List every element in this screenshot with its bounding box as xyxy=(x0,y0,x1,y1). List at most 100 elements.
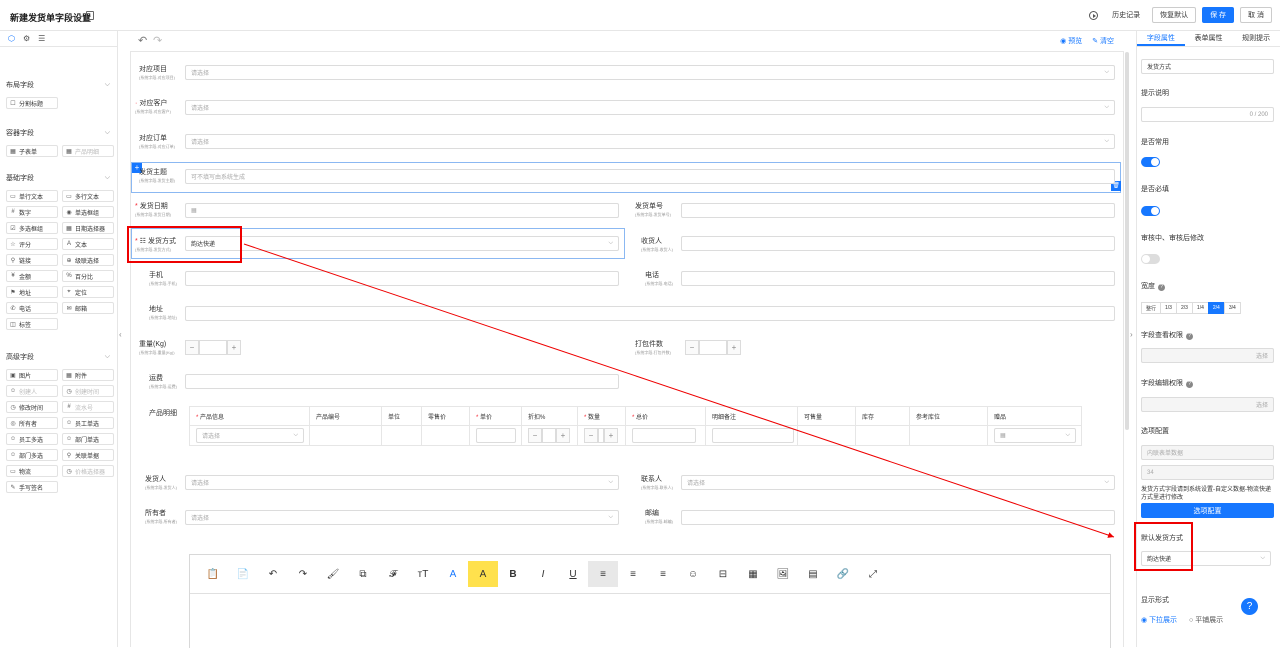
zip-input[interactable] xyxy=(681,510,1115,525)
clear-button[interactable]: ✎ 清空 xyxy=(1092,36,1114,46)
chevron-down-icon[interactable]: ⌵ xyxy=(105,174,110,182)
palette-item[interactable]: ▭ 多行文本 xyxy=(62,190,114,202)
palette-item[interactable]: ⚑ 地址 xyxy=(6,286,58,298)
discount-stepper[interactable]: − + xyxy=(528,428,577,443)
components-tab-icon[interactable]: ⬡ xyxy=(8,34,15,43)
chevron-down-icon[interactable]: ⌵ xyxy=(105,129,110,137)
preview-button[interactable]: ◉ 预览 xyxy=(1060,36,1082,46)
freight-input[interactable] xyxy=(185,374,619,389)
palette-item[interactable]: ◎ 所有者 xyxy=(6,417,58,429)
width-option[interactable]: 1/4 xyxy=(1191,302,1209,314)
field-group-header[interactable]: 基础字段 ⌵ xyxy=(0,172,118,184)
display-tiled-radio[interactable]: ○ 平铺展示 xyxy=(1189,615,1223,625)
help-float-icon[interactable]: ? xyxy=(1241,598,1258,615)
order-select[interactable]: 请选择 ⌵ xyxy=(185,134,1115,149)
palette-item[interactable]: ▦ 日期选择器 xyxy=(62,222,114,234)
width-option[interactable]: 2/3 xyxy=(1175,302,1193,314)
document-icon[interactable] xyxy=(86,11,94,20)
align-left-icon[interactable]: ≡ xyxy=(588,561,618,587)
palette-item[interactable]: A 文本 xyxy=(62,238,114,250)
palette-item[interactable]: ☆ 评分 xyxy=(6,238,58,250)
multi-image-icon[interactable]: ▤ xyxy=(798,561,828,587)
help-icon[interactable]: ? xyxy=(1186,333,1193,340)
total-price-input[interactable] xyxy=(632,428,696,443)
display-dropdown-radio[interactable]: ◉ 下拉展示 xyxy=(1141,615,1177,625)
paste-icon[interactable]: 📋 xyxy=(198,561,228,587)
align-center-icon[interactable]: ≡ xyxy=(618,561,648,587)
underline-icon[interactable]: U xyxy=(558,561,588,587)
restore-default-button[interactable]: 恢复默认 xyxy=(1152,7,1197,23)
tab-field-props[interactable]: 字段属性 xyxy=(1137,31,1185,46)
hint-input[interactable]: 0 / 200 xyxy=(1141,107,1274,122)
palette-item[interactable]: ▦ 子表单 xyxy=(6,145,58,157)
palette-item[interactable]: ☺ 员工多选 xyxy=(6,433,58,445)
palette-item[interactable]: ◷ 修改时间 xyxy=(6,401,58,413)
edit-perm-select[interactable]: 选择 xyxy=(1141,397,1274,412)
field-group-header[interactable]: 布局字段 ⌵ xyxy=(0,79,118,91)
bold-icon[interactable]: B xyxy=(498,561,528,587)
palette-item[interactable]: ✆ 电话 xyxy=(6,302,58,314)
redo-icon[interactable]: ↷ xyxy=(288,561,318,587)
copy-icon[interactable]: ⧉ xyxy=(348,561,378,587)
ship-method-select[interactable]: 韵达快递 ⌵ xyxy=(185,236,619,251)
option-number-input[interactable]: 34 xyxy=(1141,465,1274,480)
canvas-scrollbar[interactable] xyxy=(1125,52,1129,430)
collapse-left-icon[interactable]: ‹ xyxy=(119,330,122,339)
paste-text-icon[interactable]: 📄 xyxy=(228,561,258,587)
gift-select[interactable]: ▦ ⌵ xyxy=(994,428,1076,443)
tab-rule-hints[interactable]: 规则提示 xyxy=(1232,31,1280,46)
line-remark-input[interactable] xyxy=(712,428,794,443)
save-button[interactable]: 保 存 xyxy=(1202,7,1235,23)
width-option[interactable]: 2/4 xyxy=(1207,302,1225,314)
palette-item[interactable]: ☑ 多选框组 xyxy=(6,222,58,234)
contact-select[interactable]: 请选择 ⌵ xyxy=(681,475,1115,490)
view-perm-select[interactable]: 选择 xyxy=(1141,348,1274,363)
cancel-button[interactable]: 取 消 xyxy=(1240,7,1272,23)
unit-price-input[interactable] xyxy=(476,428,516,443)
font-family-icon[interactable]: 𝓕 xyxy=(378,561,408,587)
minus-icon[interactable]: − xyxy=(185,340,199,355)
palette-item[interactable]: ⚲ 关联单据 xyxy=(62,449,114,461)
field-group-header[interactable]: 高级字段 ⌵ xyxy=(0,351,118,363)
palette-item[interactable]: ◉ 单选框组 xyxy=(62,206,114,218)
redo-icon[interactable]: ↷ xyxy=(153,34,162,47)
tree-tab-icon[interactable]: ☰ xyxy=(38,34,45,43)
palette-item[interactable]: ☐ 分割标题 xyxy=(6,97,58,109)
width-option[interactable]: 1/3 xyxy=(1160,302,1177,314)
palette-item[interactable]: ▭ 单行文本 xyxy=(6,190,58,202)
font-size-icon[interactable]: тT xyxy=(408,561,438,587)
subject-input[interactable]: 可不填写由系统生成 xyxy=(185,169,1115,184)
image-icon[interactable]: 🖼 xyxy=(768,561,798,587)
plus-icon[interactable]: + xyxy=(727,340,741,355)
palette-item[interactable]: ⚲ 链接 xyxy=(6,254,58,266)
help-icon[interactable]: ? xyxy=(1158,284,1165,291)
palette-item[interactable]: ☺ 部门单选 xyxy=(62,433,114,445)
tab-form-props[interactable]: 表单属性 xyxy=(1185,31,1233,46)
review-edit-toggle[interactable] xyxy=(1141,254,1160,264)
packages-stepper[interactable]: − + xyxy=(685,340,741,355)
undo-icon[interactable]: ↶ xyxy=(138,34,147,47)
palette-item[interactable]: ◫ 标签 xyxy=(6,318,58,330)
product-select[interactable]: 请选择 ⌵ xyxy=(196,428,304,443)
format-painter-icon[interactable]: 🖌 xyxy=(318,561,348,587)
width-option[interactable]: 整行 xyxy=(1141,302,1162,314)
highlight-color-icon[interactable]: A xyxy=(468,561,498,587)
hr-icon[interactable]: ⊟ xyxy=(708,561,738,587)
fullscreen-icon[interactable]: ⤢ xyxy=(858,561,888,587)
collapse-right-icon[interactable]: › xyxy=(1130,330,1133,339)
palette-item[interactable]: ☺ 部门多选 xyxy=(6,449,58,461)
palette-item[interactable]: % 百分比 xyxy=(62,270,114,282)
table-icon[interactable]: ▦ xyxy=(738,561,768,587)
font-color-icon[interactable]: A xyxy=(438,561,468,587)
settings-tab-icon[interactable]: ⚙ xyxy=(23,34,30,43)
play-icon[interactable] xyxy=(1089,10,1099,20)
weight-stepper[interactable]: − + xyxy=(185,340,241,355)
align-right-icon[interactable]: ≡ xyxy=(648,561,678,587)
palette-item[interactable]: ☺ 员工单选 xyxy=(62,417,114,429)
quantity-stepper[interactable]: − + xyxy=(584,428,625,443)
plus-icon[interactable]: + xyxy=(227,340,241,355)
project-select[interactable]: 请选择 ⌵ xyxy=(185,65,1115,80)
emoji-icon[interactable]: ☺ xyxy=(678,561,708,587)
minus-icon[interactable]: − xyxy=(685,340,699,355)
palette-item[interactable]: ▭ 物流 xyxy=(6,465,58,477)
